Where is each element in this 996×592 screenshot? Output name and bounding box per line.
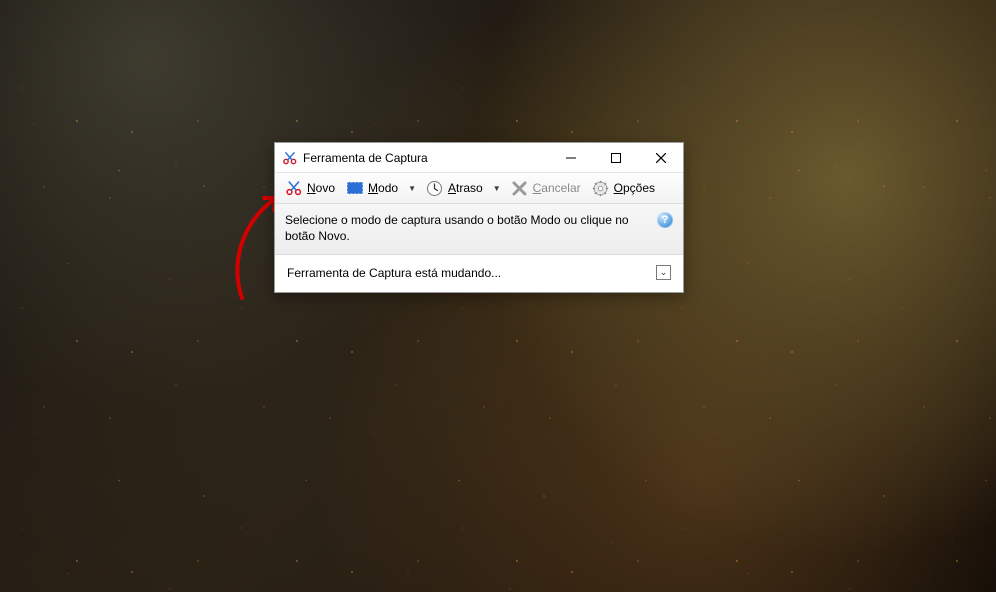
mode-label: Modo — [368, 181, 398, 195]
gear-icon — [592, 179, 610, 197]
snipping-tool-window: Ferramenta de Captura Novo Novo — [274, 142, 684, 293]
delay-button[interactable]: Atraso — [422, 177, 487, 199]
cancel-button: Cancelar — [507, 177, 585, 199]
mode-dropdown-caret[interactable]: ▼ — [405, 184, 419, 193]
info-message: Selecione o modo de captura usando o bot… — [285, 212, 649, 244]
clock-icon — [426, 179, 444, 197]
delay-dropdown-caret[interactable]: ▼ — [490, 184, 504, 193]
new-label: Novo — [307, 181, 335, 195]
cancel-label: Cancelar — [533, 181, 581, 195]
window-title: Ferramenta de Captura — [299, 151, 548, 165]
toolbar: Novo Novo Modo ▼ Atraso ▼ — [275, 173, 683, 204]
x-icon — [511, 179, 529, 197]
scissors-icon — [285, 179, 303, 197]
delay-label: Atraso — [448, 181, 483, 195]
options-button[interactable]: Opções — [588, 177, 659, 199]
help-icon[interactable]: ? — [657, 212, 673, 228]
titlebar[interactable]: Ferramenta de Captura — [275, 143, 683, 173]
chevron-down-icon: ⌄ — [660, 267, 668, 278]
minimize-button[interactable] — [548, 143, 593, 172]
close-button[interactable] — [638, 143, 683, 172]
maximize-button[interactable] — [593, 143, 638, 172]
app-scissors-icon — [281, 149, 299, 167]
mode-button[interactable]: Modo — [342, 177, 402, 199]
expand-button[interactable]: ⌄ — [656, 265, 671, 280]
status-message: Ferramenta de Captura está mudando... — [287, 266, 656, 280]
rectangle-icon — [346, 179, 364, 197]
info-bar: Selecione o modo de captura usando o bot… — [275, 204, 683, 255]
status-bar: Ferramenta de Captura está mudando... ⌄ — [275, 255, 683, 292]
options-label: Opções — [614, 181, 655, 195]
desktop-wallpaper — [0, 0, 996, 592]
window-controls — [548, 143, 683, 172]
new-button[interactable]: Novo Novo — [281, 177, 339, 199]
